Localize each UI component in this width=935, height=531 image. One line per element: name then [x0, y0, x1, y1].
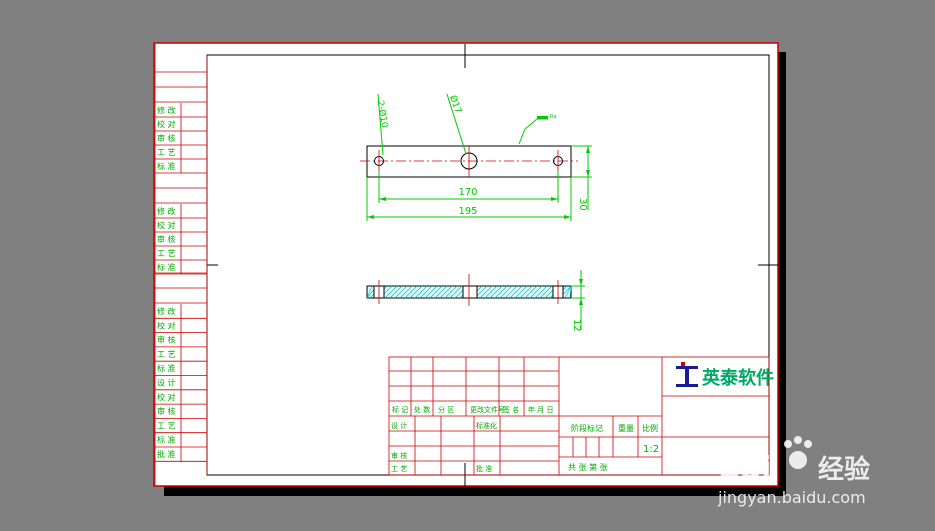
review-label: 审 核 — [391, 451, 407, 460]
side-table-cell: 标 准 — [157, 435, 176, 445]
dim-height: 30 — [577, 198, 588, 211]
dim-thickness: 12 — [571, 319, 582, 332]
title-block-header-cell: 处 数 — [414, 405, 430, 414]
approve-label: 批 准 — [476, 464, 492, 473]
stage-label: 阶段标记 — [571, 423, 603, 433]
side-table-cell: 标 准 — [157, 262, 176, 272]
designer-label: 设 计 — [391, 421, 407, 430]
side-table-cell: 设 计 — [157, 378, 176, 388]
side-table-cell: 标 准 — [157, 363, 176, 373]
paw-icon — [784, 436, 812, 469]
watermark-brand: Bai — [718, 451, 771, 486]
title-block-header-cell: 年 月 日 — [528, 405, 553, 414]
watermark-brand2: 经验 — [818, 454, 870, 485]
side-table-cell: 工 艺 — [157, 249, 176, 258]
paper-sheet — [153, 42, 779, 487]
company-name: 英泰软件 — [701, 367, 774, 389]
side-table-cell: 修 改 — [157, 206, 176, 216]
title-block-header-cell: 标 记 — [392, 405, 408, 414]
process-label: 工 艺 — [391, 465, 407, 473]
side-table-cell: 校 对 — [157, 392, 176, 402]
watermark-url: jingyan.baidu.com — [717, 488, 866, 507]
side-table-cell: 工 艺 — [157, 148, 176, 157]
side-table-cell: 审 核 — [157, 133, 176, 143]
side-table-cell: 审 核 — [157, 234, 176, 244]
title-block-header-cell: 分 区 — [438, 405, 454, 414]
title-block-header-cell: 签 名 — [503, 405, 519, 414]
side-table-cell: 审 核 — [157, 406, 176, 416]
weight-label: 重量 — [618, 423, 634, 433]
side-table-cell: 修 改 — [157, 105, 176, 115]
side-table-cell: 工 艺 — [157, 421, 176, 430]
scale-label: 比例 — [642, 423, 658, 433]
title-block-header-cell: 更改文件号 — [470, 405, 505, 414]
side-table-cell: 校 对 — [157, 119, 176, 129]
side-table-cell: 工 艺 — [157, 350, 176, 359]
side-table-cell: 校 对 — [157, 320, 176, 330]
side-table-cell: 修 改 — [157, 306, 176, 316]
side-table-cell: 审 核 — [157, 335, 176, 345]
dim-total-length: 195 — [458, 206, 477, 217]
side-table-cell: 批 准 — [157, 449, 176, 459]
dim-hole-spacing: 170 — [458, 187, 477, 198]
sheet-label: 共 张 第 张 — [568, 462, 608, 472]
cad-drawing-canvas[interactable]: 修 改校 对审 核工 艺标 准修 改校 对审 核工 艺标 准修 改校 对审 核工… — [0, 0, 935, 531]
side-table-cell: 校 对 — [157, 220, 176, 230]
standard-label: 标准化 — [476, 421, 497, 430]
roughness-label: Ra — [550, 114, 556, 120]
side-table-cell: 标 准 — [157, 161, 176, 171]
scale-value: 1:2 — [643, 444, 659, 455]
